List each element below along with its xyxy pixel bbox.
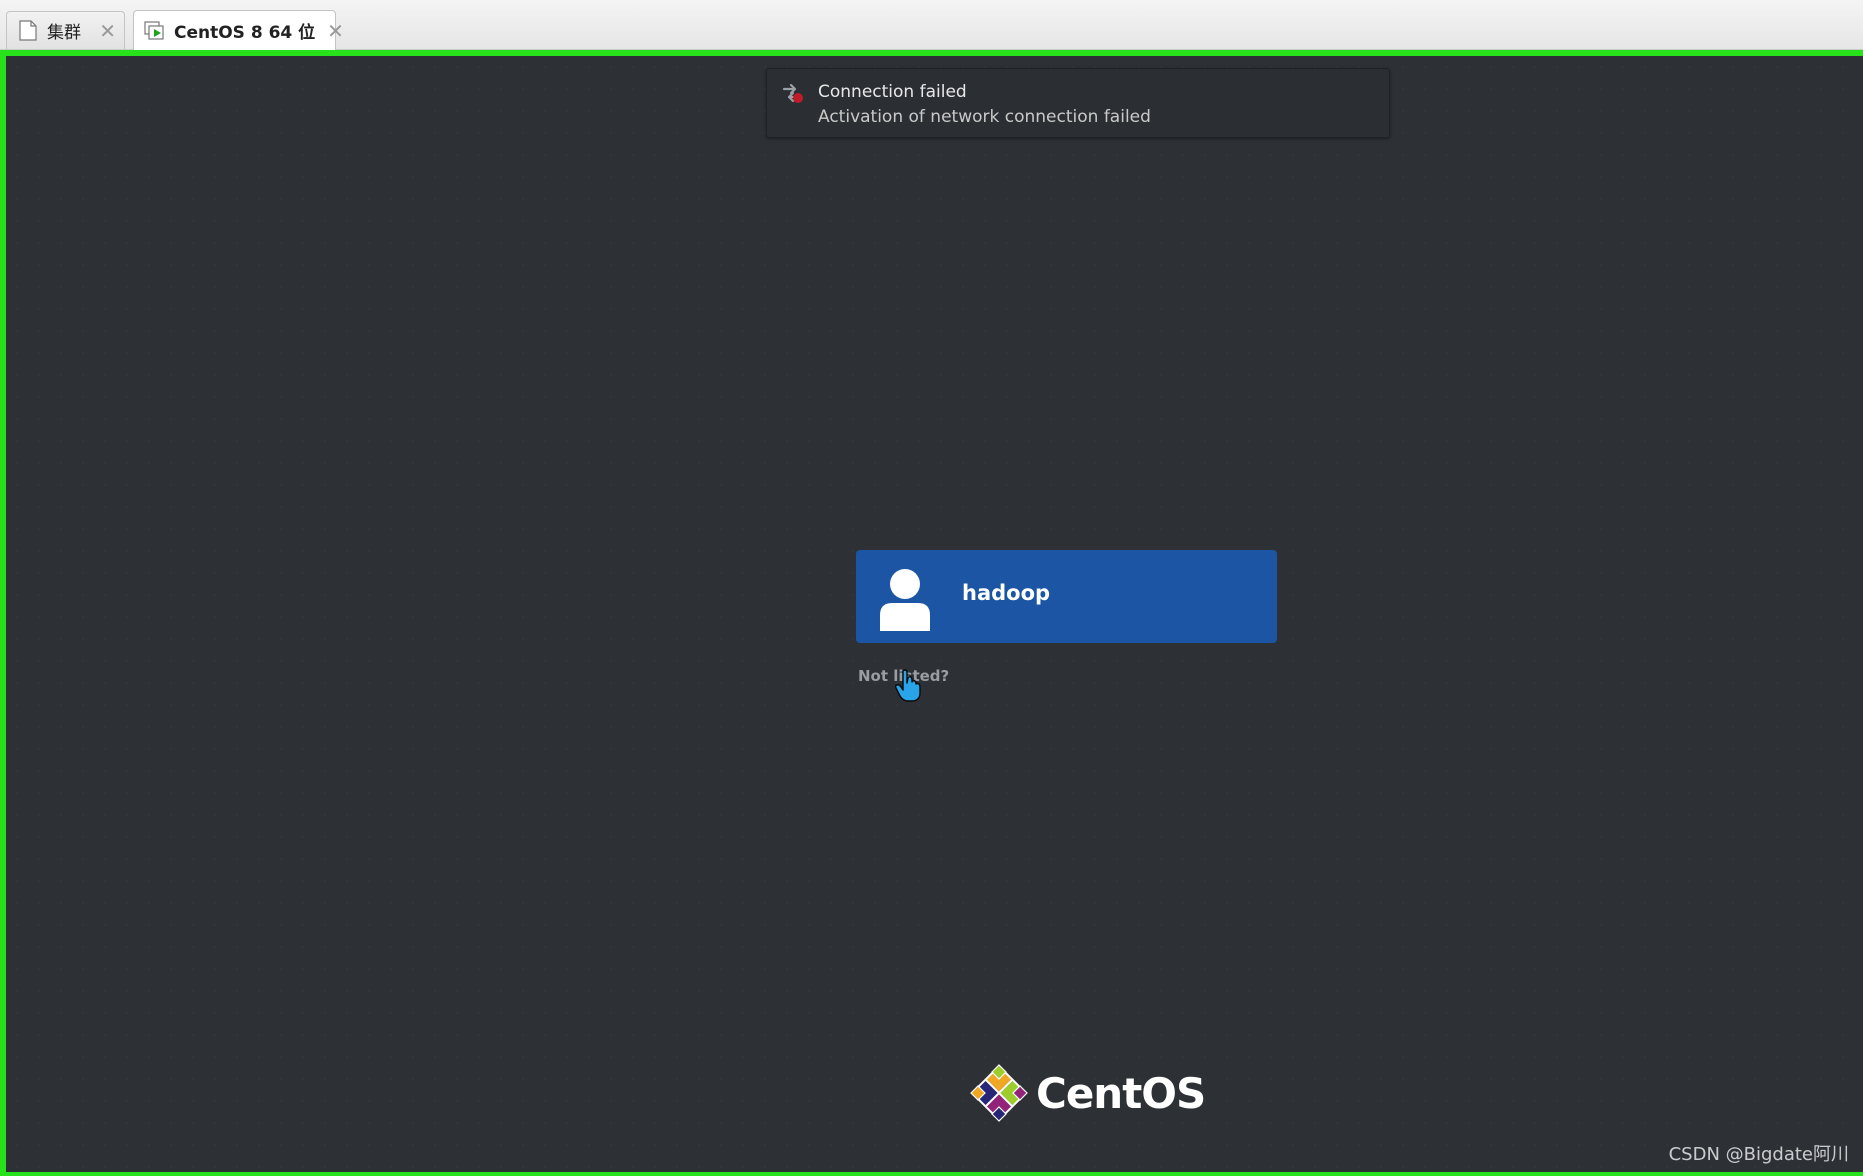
centos-logo-text: CentOS — [1036, 1068, 1206, 1118]
hand-cursor-icon — [894, 669, 924, 703]
notification-banner[interactable]: Connection failed Activation of network … — [766, 68, 1390, 138]
tab-cluster[interactable]: 集群 ✕ — [6, 11, 125, 49]
user-login-button[interactable]: hadoop — [856, 550, 1277, 643]
tab-label: CentOS 8 64 位 — [174, 23, 316, 43]
notification-title: Connection failed — [818, 82, 967, 102]
tab-bar: 集群 ✕ CentOS 8 64 位 ✕ — [0, 0, 1863, 50]
centos-logo: CentOS — [968, 1062, 1206, 1124]
notification-body: Activation of network connection failed — [818, 107, 1151, 127]
user-name: hadoop — [962, 581, 1051, 605]
user-avatar-icon — [876, 565, 934, 631]
watermark-text: CSDN @Bigdate阿川 — [1668, 1144, 1849, 1165]
tab-label: 集群 — [47, 23, 81, 43]
close-icon[interactable]: ✕ — [87, 21, 116, 41]
tab-centos-vm[interactable]: CentOS 8 64 位 ✕ — [133, 10, 344, 50]
document-icon — [17, 20, 39, 42]
vm-display[interactable]: Connection failed Activation of network … — [0, 50, 1863, 1176]
vm-running-icon — [144, 20, 166, 42]
centos-logo-icon — [968, 1062, 1030, 1124]
close-icon[interactable]: ✕ — [315, 21, 344, 41]
network-error-icon — [780, 81, 804, 105]
